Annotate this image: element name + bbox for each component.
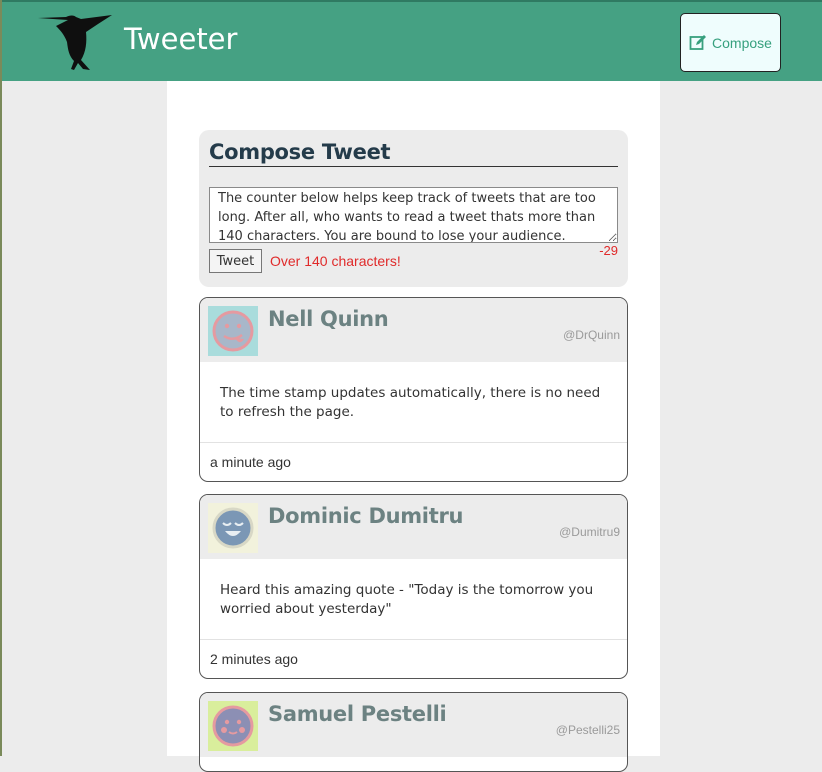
tweet-author-name: Samuel Pestelli bbox=[268, 702, 447, 726]
edit-icon bbox=[689, 34, 707, 50]
tweet-author-name: Nell Quinn bbox=[268, 307, 389, 331]
compose-tweet-panel: Compose Tweet The counter below helps ke… bbox=[199, 130, 628, 287]
tweet-author-handle[interactable]: @DrQuinn bbox=[563, 328, 620, 342]
top-nav: Tweeter Compose bbox=[2, 0, 822, 81]
main-column: Compose Tweet The counter below helps ke… bbox=[167, 81, 660, 772]
tweet-timestamp: 2 minutes ago bbox=[210, 651, 298, 667]
tweet-header: Nell Quinn @DrQuinn bbox=[200, 298, 627, 362]
compose-actions: Tweet Over 140 characters! -29 bbox=[209, 243, 618, 273]
compose-title: Compose Tweet bbox=[209, 140, 618, 167]
tweet-author-handle[interactable]: @Dumitru9 bbox=[559, 525, 620, 539]
tweet-text: The time stamp updates automatically, th… bbox=[200, 362, 627, 443]
tweet-timestamp: a minute ago bbox=[210, 454, 291, 470]
window-edge bbox=[0, 0, 2, 756]
blush-face-avatar bbox=[208, 701, 258, 751]
tweet-button[interactable]: Tweet bbox=[209, 249, 262, 273]
tweet-card: Dominic Dumitru @Dumitru9 Heard this ama… bbox=[199, 494, 628, 679]
brand-title: Tweeter bbox=[124, 22, 238, 56]
tweet-author-handle[interactable]: @Pestelli25 bbox=[556, 723, 620, 737]
tongue-face-avatar bbox=[208, 306, 258, 356]
tweet-header: Dominic Dumitru @Dumitru9 bbox=[200, 495, 627, 559]
happy-face-avatar bbox=[208, 503, 258, 553]
tweet-card: Nell Quinn @DrQuinn The time stamp updat… bbox=[199, 297, 628, 482]
compose-button-label: Compose bbox=[712, 34, 772, 51]
tweet-author-name: Dominic Dumitru bbox=[268, 504, 464, 528]
length-error-message: Over 140 characters! bbox=[270, 253, 401, 269]
hummingbird-logo bbox=[38, 15, 112, 70]
tweet-header: Samuel Pestelli @Pestelli25 bbox=[200, 693, 627, 757]
character-counter: -29 bbox=[599, 243, 618, 258]
tweet-card: Samuel Pestelli @Pestelli25 bbox=[199, 692, 628, 772]
tweet-textarea[interactable]: The counter below helps keep track of tw… bbox=[209, 187, 618, 243]
tweet-text: Heard this amazing quote - "Today is the… bbox=[200, 559, 627, 640]
compose-button[interactable]: Compose bbox=[680, 13, 781, 72]
